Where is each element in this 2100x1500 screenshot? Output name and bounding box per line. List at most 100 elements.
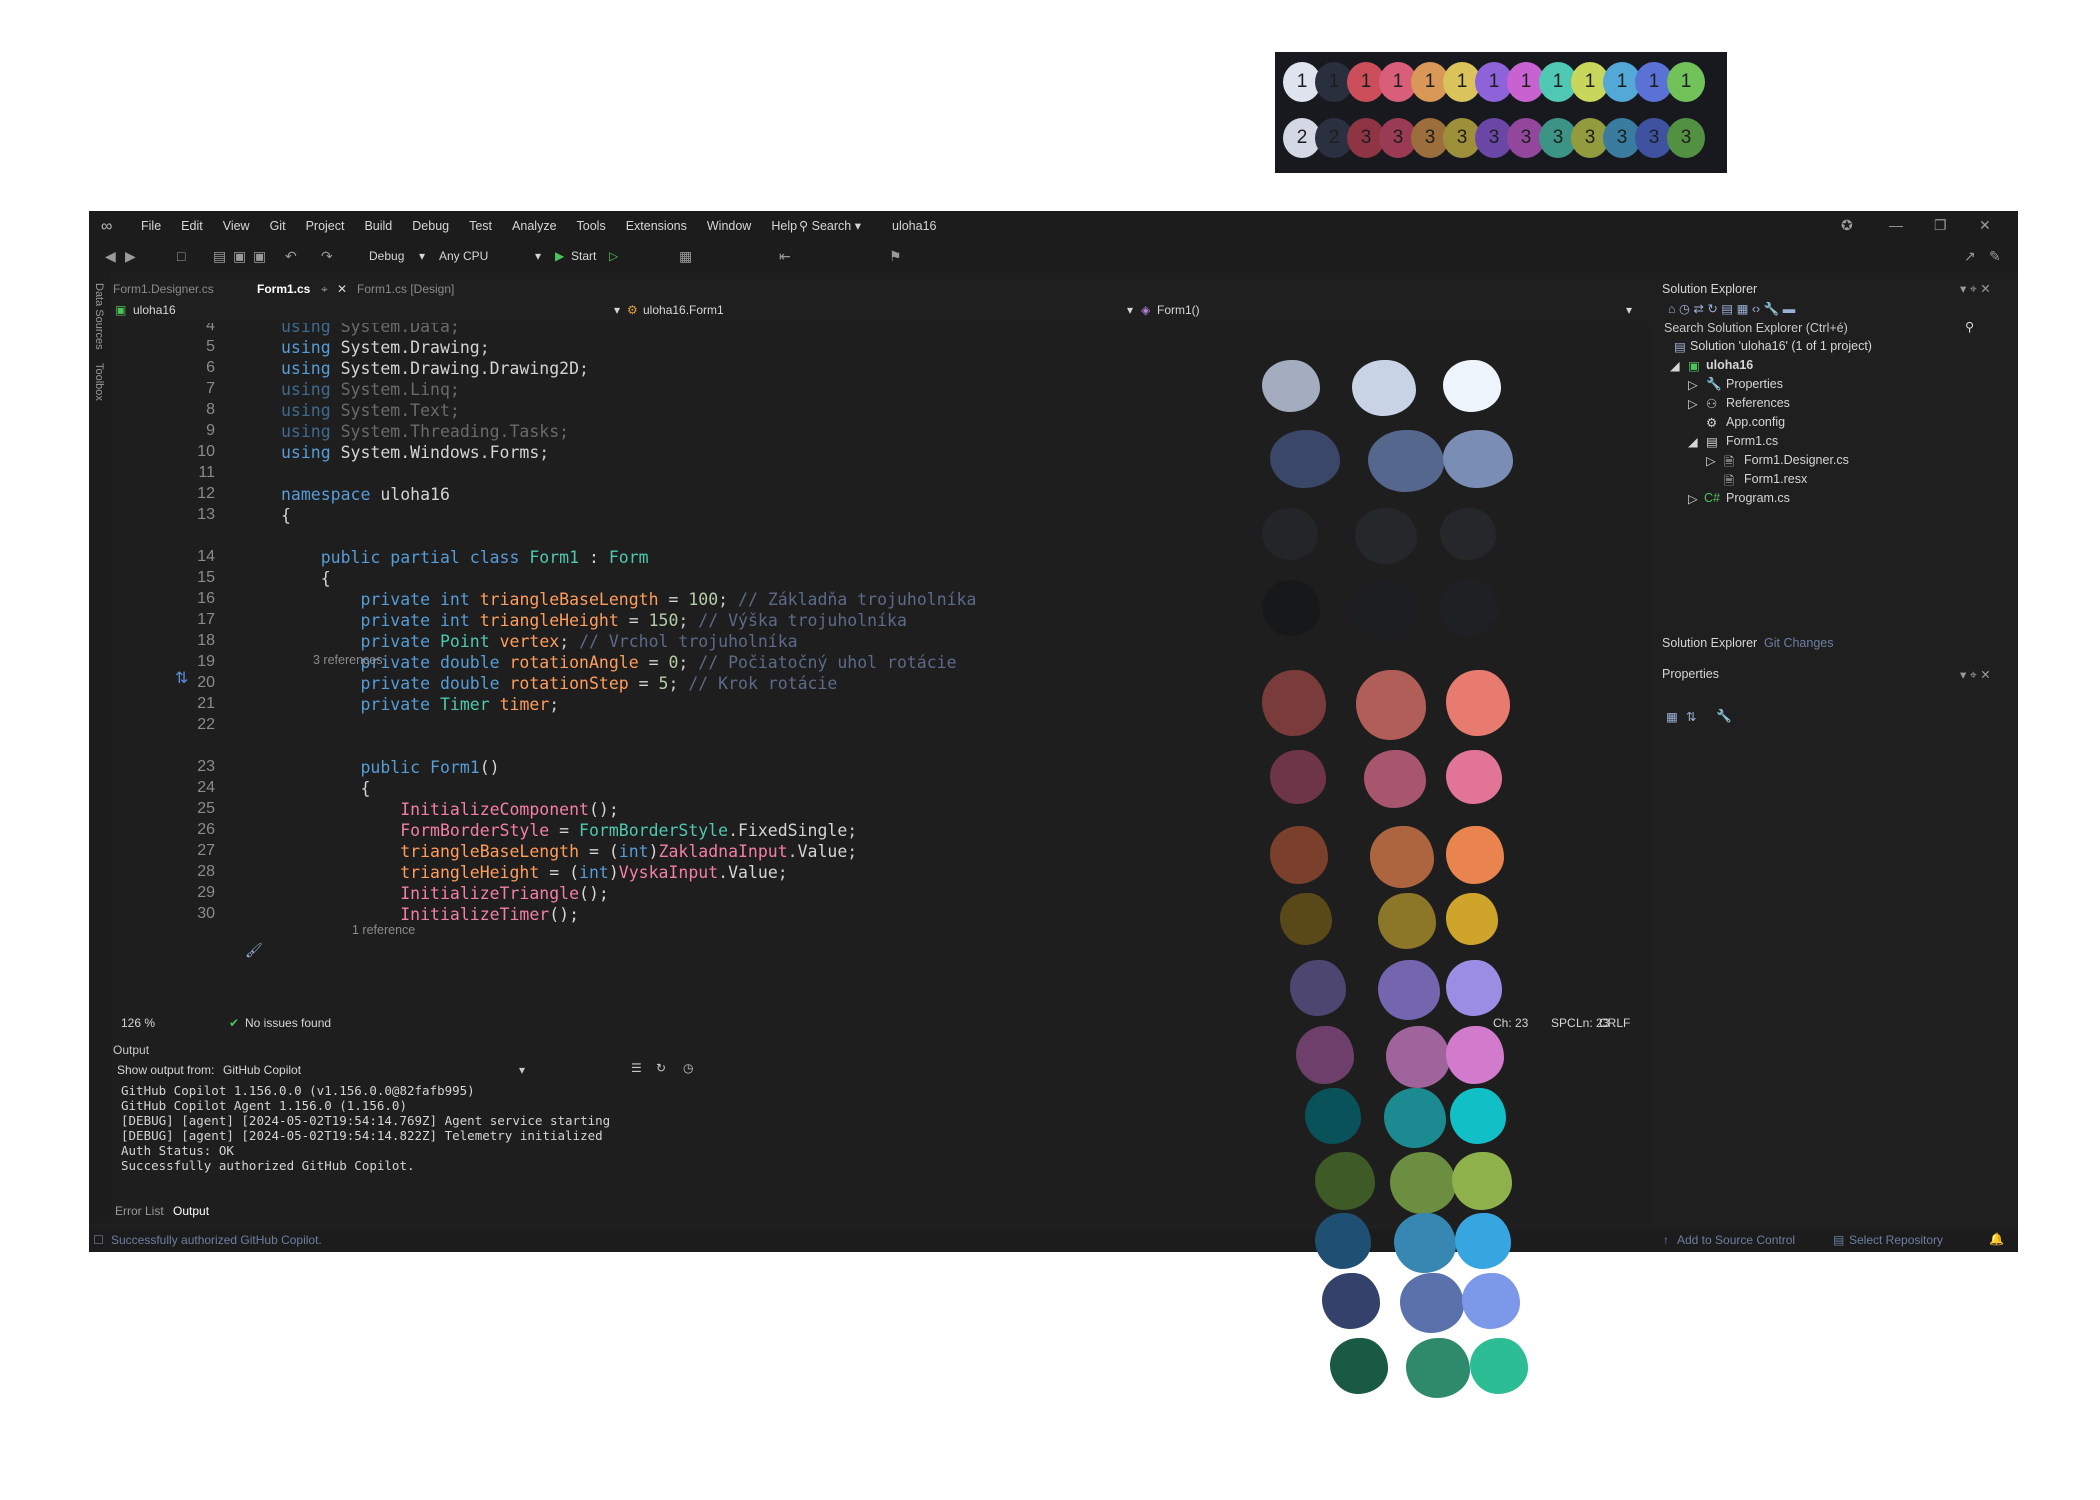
zoom-level[interactable]: 126 % — [121, 1016, 155, 1030]
start-icon[interactable]: ▶ — [555, 249, 564, 263]
notification-icon[interactable]: ☐ — [93, 1233, 104, 1247]
wrench-icon[interactable]: 🔧 — [1716, 709, 1732, 724]
expand-icon[interactable]: ◢ — [1670, 358, 1680, 373]
start-without-debug-icon[interactable]: ▷ — [609, 249, 618, 263]
menu-build[interactable]: Build — [354, 219, 402, 233]
search-icon[interactable]: ⚲ — [1965, 319, 1974, 334]
minimize-button[interactable]: — — [1889, 217, 1903, 233]
pin-icon[interactable]: ▾ ⌖ ✕ — [1960, 667, 1991, 683]
toolbox-tab[interactable]: Toolbox — [93, 363, 105, 401]
output-line: Successfully authorized GitHub Copilot. — [121, 1158, 415, 1173]
open-folder-icon[interactable]: ▤ — [213, 248, 226, 265]
menu-analyze[interactable]: Analyze — [502, 219, 566, 233]
tab-form1-design[interactable]: Form1.cs [Design] — [357, 282, 454, 296]
alphabetical-icon[interactable]: ⇅ — [1686, 709, 1696, 724]
feedback-icon[interactable]: ✎ — [1989, 248, 2001, 265]
navigation-bar: ▣ uloha16 ▾ ⚙ uloha16.Form1 ▾ ◈ Form1() … — [111, 303, 1651, 323]
properties-node[interactable]: Properties — [1726, 377, 1783, 391]
collapse-icon[interactable]: ▷ — [1688, 396, 1698, 411]
redo-icon[interactable]: ↷ — [321, 248, 333, 265]
start-button[interactable]: Start — [571, 249, 596, 263]
menu-debug[interactable]: Debug — [402, 219, 459, 233]
paint-swatch — [1296, 1026, 1354, 1084]
menu-tools[interactable]: Tools — [567, 219, 616, 233]
restore-button[interactable]: ❐ — [1934, 217, 1947, 234]
bookmark-icon[interactable]: ⚑ — [889, 248, 902, 265]
tab-form1-designer-cs[interactable]: Form1.Designer.cs — [113, 282, 214, 296]
tab-output[interactable]: Output — [173, 1204, 209, 1218]
references-node[interactable]: References — [1726, 396, 1790, 410]
select-repository[interactable]: Select Repository — [1849, 1233, 1943, 1247]
clock-icon[interactable]: ◷ — [683, 1061, 693, 1075]
nav-class-dropdown[interactable]: uloha16.Form1 — [643, 303, 724, 317]
nav-project-dropdown[interactable]: uloha16 — [133, 303, 176, 317]
class-diagram-icon[interactable]: ⇅ — [175, 668, 188, 688]
save-icon[interactable]: ▣ — [233, 248, 246, 265]
solution-node[interactable]: Solution 'uloha16' (1 of 1 project) — [1690, 339, 1872, 353]
explorer-toolbar[interactable]: ⌂ ◷ ⇄ ↻ ▤ ▦ ‹› 🔧 ▬ — [1668, 301, 1795, 317]
document-tabs: Form1.Designer.cs Form1.cs ⌖ ✕ Form1.cs … — [111, 279, 1651, 301]
platform-dropdown[interactable]: Any CPU — [439, 249, 488, 263]
line-ending[interactable]: CRLF — [1599, 1016, 1630, 1030]
tab-form1-cs[interactable]: Form1.cs — [257, 282, 310, 296]
word-wrap-icon[interactable]: ↻ — [656, 1061, 666, 1075]
issues-status[interactable]: No issues found — [245, 1016, 331, 1030]
form1-cs-node[interactable]: Form1.cs — [1726, 434, 1778, 448]
app-config-node[interactable]: App.config — [1726, 415, 1785, 429]
code-line: { — [320, 569, 331, 588]
line-number: 25 — [197, 800, 215, 817]
menu-file[interactable]: File — [131, 219, 171, 233]
collapse-icon[interactable]: ▷ — [1688, 491, 1698, 506]
pin-icon[interactable]: ⌖ — [321, 282, 328, 297]
project-node[interactable]: uloha16 — [1706, 358, 1753, 372]
pin-icon[interactable]: ▾ ⌖ ✕ — [1960, 281, 1991, 297]
search-box[interactable]: ⚲ Search ▾ — [799, 218, 861, 233]
form1-designer-node[interactable]: Form1.Designer.cs — [1744, 453, 1849, 467]
form1-resx-node[interactable]: Form1.resx — [1744, 472, 1807, 486]
bell-icon[interactable]: 🔔 — [1989, 1232, 2004, 1246]
tab-git-changes[interactable]: Git Changes — [1764, 636, 1833, 650]
indent-mode[interactable]: SPC — [1551, 1016, 1576, 1030]
line-number: 12 — [197, 485, 215, 502]
save-all-icon[interactable]: ▣ — [253, 248, 266, 265]
new-project-icon[interactable]: □ — [177, 248, 185, 264]
collapse-icon[interactable]: ▷ — [1688, 377, 1698, 392]
expand-icon[interactable]: ◢ — [1688, 434, 1698, 449]
ctor-references-codelens[interactable]: 1 reference — [352, 923, 415, 937]
close-button[interactable]: ✕ — [1979, 217, 1991, 234]
categorized-icon[interactable]: ▦ — [1666, 709, 1678, 724]
tab-solution-explorer[interactable]: Solution Explorer — [1662, 636, 1757, 650]
config-dropdown[interactable]: Debug — [369, 249, 404, 263]
program-cs-node[interactable]: Program.cs — [1726, 491, 1790, 505]
menu-edit[interactable]: Edit — [171, 219, 213, 233]
menu-extensions[interactable]: Extensions — [616, 219, 697, 233]
step-icon[interactable]: ⇤ — [779, 248, 791, 265]
class-references-codelens[interactable]: 3 references — [313, 653, 382, 667]
left-tool-rail: Data Sources Toolbox — [89, 273, 111, 1223]
collapse-icon[interactable]: ▷ — [1706, 453, 1716, 468]
add-to-source-control[interactable]: Add to Source Control — [1677, 1233, 1795, 1247]
clear-all-icon[interactable]: ☰ — [631, 1061, 642, 1075]
code-line: { — [281, 506, 291, 525]
menu-git[interactable]: Git — [260, 219, 296, 233]
undo-icon[interactable]: ↶ — [285, 248, 297, 265]
solution-explorer-search[interactable]: Search Solution Explorer (Ctrl+é) — [1664, 321, 1848, 335]
live-share-icon[interactable]: ↗ — [1964, 248, 1976, 265]
menu-view[interactable]: View — [213, 219, 260, 233]
menu-window[interactable]: Window — [697, 219, 761, 233]
menu-test[interactable]: Test — [459, 219, 502, 233]
data-sources-tab[interactable]: Data Sources — [93, 283, 105, 350]
toolbox-icon[interactable]: ▦ — [679, 248, 692, 265]
back-icon[interactable]: ◀ — [105, 248, 116, 265]
solution-icon: ▤ — [1674, 340, 1686, 354]
forward-icon[interactable]: ▶ — [125, 248, 136, 265]
nav-member-dropdown[interactable]: Form1() — [1157, 303, 1200, 317]
output-source-dropdown[interactable]: GitHub Copilot — [223, 1063, 301, 1077]
tab-error-list[interactable]: Error List — [115, 1204, 164, 1218]
copilot-icon[interactable]: ✪ — [1841, 217, 1853, 234]
line-number: 28 — [197, 863, 215, 880]
close-tab-icon[interactable]: ✕ — [337, 282, 347, 296]
paint-swatch — [1355, 580, 1419, 640]
quick-actions-icon[interactable]: 🖌 — [245, 942, 263, 959]
menu-project[interactable]: Project — [296, 219, 355, 233]
